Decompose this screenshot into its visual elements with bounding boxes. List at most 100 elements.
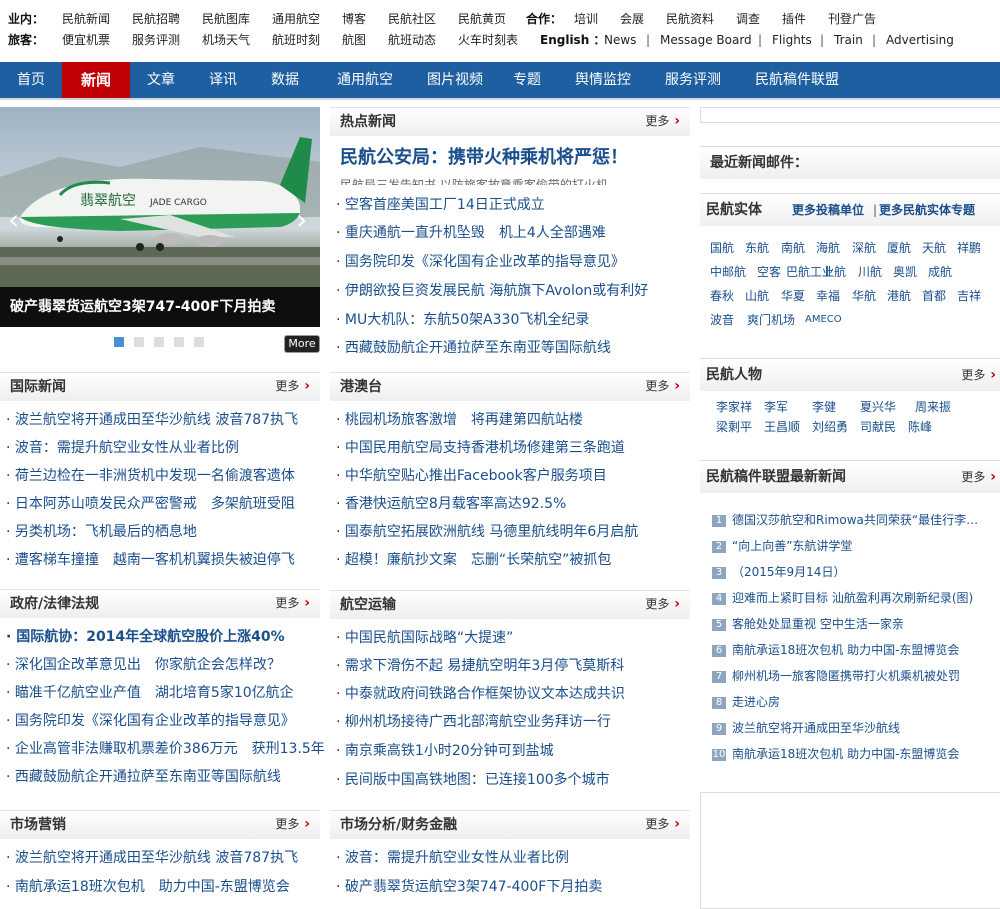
entity-link[interactable]: 南航 (781, 236, 805, 260)
hkmacau-more-link[interactable]: 更多 (645, 373, 680, 399)
alliance-item[interactable]: 3 （2015年9月14日） (712, 559, 992, 585)
nav-home[interactable]: 首页 (0, 62, 62, 98)
nav-topics[interactable]: 专题 (500, 62, 554, 98)
list-item[interactable]: 重庆通航一直升机坠毁 机上4人全部遇难 (336, 219, 606, 247)
link-general-aviation[interactable]: 通用航空 (272, 8, 320, 30)
entity-link[interactable]: AMECO (805, 308, 842, 332)
list-item[interactable]: 南京乘高铁1小时20分钟可到盐城 (336, 737, 554, 765)
link-blog[interactable]: 博客 (342, 8, 366, 30)
person-link[interactable]: 夏兴华 (860, 397, 896, 417)
entity-link[interactable]: 首都 (922, 284, 946, 308)
person-link[interactable]: 司献民 (860, 417, 896, 437)
list-item[interactable]: 深化国企改革意见出 你家航企会怎样改？ (6, 651, 281, 679)
hot-news-headline[interactable]: 民航公安局：携带火种乘机将严惩！ (340, 143, 628, 169)
link-plugin[interactable]: 插件 (782, 8, 806, 30)
slider-more-button[interactable]: More (284, 335, 320, 353)
person-link[interactable]: 周来振 (915, 397, 951, 417)
list-item[interactable]: 瞄准千亿航空业产值 湖北培育5家10亿航企 (6, 679, 294, 707)
list-item[interactable]: 香港快运航空8月载客率高达92.5% (336, 490, 566, 518)
list-item[interactable]: 波兰航空将开通成田至华沙航线 波音787执飞 (6, 844, 298, 872)
entity-link[interactable]: 山航 (745, 284, 769, 308)
nav-translations[interactable]: 译讯 (194, 62, 252, 98)
link-service-review[interactable]: 服务评测 (132, 29, 180, 51)
list-item[interactable]: 南航承运18班次包机 助力中国-东盟博览会 (6, 873, 290, 901)
nav-general-aviation[interactable]: 通用航空 (322, 62, 408, 98)
link-resources[interactable]: 民航资料 (666, 8, 714, 30)
alliance-item[interactable]: 5 客舱处处显重视 空中生活一家亲 (712, 611, 992, 637)
entity-link[interactable]: 奥凯 (893, 260, 917, 284)
link-train-schedule[interactable]: 火车时刻表 (458, 29, 518, 51)
list-item[interactable]: 柳州机场接待广西北部湾航空业务拜访一行 (336, 708, 611, 736)
alliance-item[interactable]: 7 柳州机场一旅客隐匿携带打火机乘机被处罚 (712, 663, 992, 689)
entity-link[interactable]: 川航 (858, 260, 882, 284)
alliance-item[interactable]: 2 “向上向善”东航讲学堂 (712, 533, 992, 559)
entity-link[interactable]: 华夏 (781, 284, 805, 308)
marketing-more-link[interactable]: 更多 (275, 811, 310, 837)
list-item[interactable]: 西藏鼓励航企开通拉萨至东南亚等国际航线 (6, 763, 281, 791)
air-transport-more-link[interactable]: 更多 (645, 591, 680, 617)
slider-dot[interactable] (154, 337, 164, 347)
person-link[interactable]: 李军 (764, 397, 788, 417)
link-expo[interactable]: 会展 (620, 8, 644, 30)
slider-dot[interactable] (174, 337, 184, 347)
entity-link[interactable]: 国航 (710, 236, 734, 260)
list-item[interactable]: 荷兰边检在一非洲货机中发现一名偷渡客遗体 (6, 462, 295, 490)
person-link[interactable]: 李健 (812, 397, 836, 417)
person-link[interactable]: 李家祥 (716, 397, 752, 417)
entity-link[interactable]: 空客 (757, 260, 781, 284)
link-en-advertising[interactable]: Advertising (886, 29, 954, 51)
list-item[interactable]: 中华航空贴心推出Facebook客户服务项目 (336, 462, 607, 490)
entity-link[interactable]: 天航 (922, 236, 946, 260)
entity-link[interactable]: 中邮航 (710, 260, 746, 284)
link-en-message-board[interactable]: Message Board (660, 29, 752, 51)
nav-articles[interactable]: 文章 (132, 62, 190, 98)
slider-dot[interactable] (134, 337, 144, 347)
person-link[interactable]: 梁剩平 (716, 417, 752, 437)
nav-public-opinion[interactable]: 舆情监控 (560, 62, 646, 98)
link-en-train[interactable]: Train (834, 29, 863, 51)
list-item[interactable]: 国际航协：2014年全球航空股价上涨40% (6, 623, 284, 651)
alliance-item[interactable]: 9 波兰航空将开通成田至华沙航线 (712, 715, 992, 741)
link-en-news[interactable]: News (604, 29, 636, 51)
entities-more-units-link[interactable]: 更多投稿单位 (792, 194, 864, 226)
alliance-item[interactable]: 4 迎难而上紧盯目标 汕航盈利再次刷新纪录(图) (712, 585, 992, 611)
link-training[interactable]: 培训 (574, 8, 598, 30)
list-item[interactable]: 民间版中国高铁地图：已连接100多个城市 (336, 766, 610, 794)
link-community[interactable]: 民航社区 (388, 8, 436, 30)
market-analysis-more-link[interactable]: 更多 (645, 811, 680, 837)
entity-link[interactable]: 波音 (710, 308, 734, 332)
person-link[interactable]: 刘绍勇 (812, 417, 848, 437)
slider-caption[interactable]: 破产翡翠货运航空3架747-400F下月拍卖 (0, 287, 320, 327)
hot-news-more-link[interactable]: 更多 (645, 108, 680, 134)
entity-link[interactable]: 港航 (887, 284, 911, 308)
list-item[interactable]: 中国民航国际战略“大提速” (336, 624, 514, 652)
list-item[interactable]: 企业高管非法赚取机票差价386万元 获刑13.5年 (6, 735, 325, 763)
entity-link[interactable]: 华航 (852, 284, 876, 308)
international-more-link[interactable]: 更多 (275, 373, 310, 399)
slider-dot[interactable] (194, 337, 204, 347)
list-item[interactable]: 空客首座美国工厂14日正式成立 (336, 191, 545, 219)
slider-next-icon[interactable]: › (296, 205, 307, 235)
entity-link[interactable]: 祥鹏 (957, 236, 981, 260)
person-link[interactable]: 陈峰 (908, 417, 932, 437)
link-jobs[interactable]: 民航招聘 (132, 8, 180, 30)
nav-service-review[interactable]: 服务评测 (650, 62, 736, 98)
link-yellow-pages[interactable]: 民航黄页 (458, 8, 506, 30)
list-item[interactable]: 中泰就政府间铁路合作框架协议文本达成共识 (336, 680, 625, 708)
government-more-link[interactable]: 更多 (275, 590, 310, 616)
list-item[interactable]: 日本阿苏山喷发民众严密警戒 多架航班受阻 (6, 490, 295, 518)
entity-link[interactable]: 东航 (745, 236, 769, 260)
link-news[interactable]: 民航新闻 (62, 8, 110, 30)
slider-dot[interactable] (114, 337, 124, 347)
list-item[interactable]: 伊朗欲投巨资发展民航 海航旗下Avolon或有利好 (336, 277, 648, 305)
link-survey[interactable]: 调查 (736, 8, 760, 30)
nav-data[interactable]: 数据 (256, 62, 314, 98)
list-item[interactable]: 遭客梯车撞撞 越南一客机机翼损失被迫停飞 (6, 546, 295, 574)
list-item[interactable]: 需求下滑伤不起 易捷航空明年3月停飞莫斯科 (336, 652, 624, 680)
alliance-item[interactable]: 10 南航承运18班次包机 助力中国-东盟博览会 (712, 741, 992, 767)
entity-link[interactable]: 春秋 (710, 284, 734, 308)
entity-link[interactable]: 海航 (816, 236, 840, 260)
list-item[interactable]: 超模！廉航抄文案 忘删“长荣航空”被抓包 (336, 546, 612, 574)
list-item[interactable]: 国务院印发《深化国有企业改革的指导意见》 (6, 707, 295, 735)
list-item[interactable]: 国泰航空拓展欧洲航线 马德里航线明年6月启航 (336, 518, 638, 546)
